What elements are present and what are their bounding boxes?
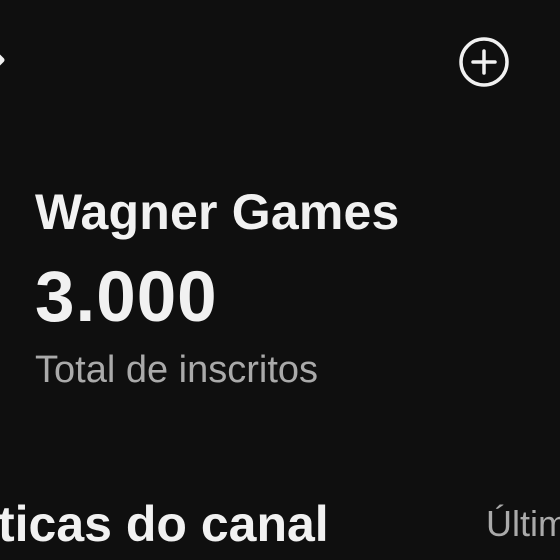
- top-app-bar: [0, 0, 560, 120]
- channel-analytics-title: ticas do canal: [0, 496, 329, 552]
- subscriber-count: 3.000: [35, 258, 218, 337]
- period-selector[interactable]: Últim: [486, 500, 560, 548]
- add-button[interactable]: [458, 36, 510, 88]
- subscriber-label: Total de inscritos: [35, 349, 319, 391]
- add-circle-icon: [459, 37, 509, 87]
- channel-summary: Wagner Games 3.000 Total de inscritos: [35, 180, 400, 394]
- channel-name: Wagner Games: [35, 184, 400, 240]
- back-arrow-icon[interactable]: [0, 44, 8, 76]
